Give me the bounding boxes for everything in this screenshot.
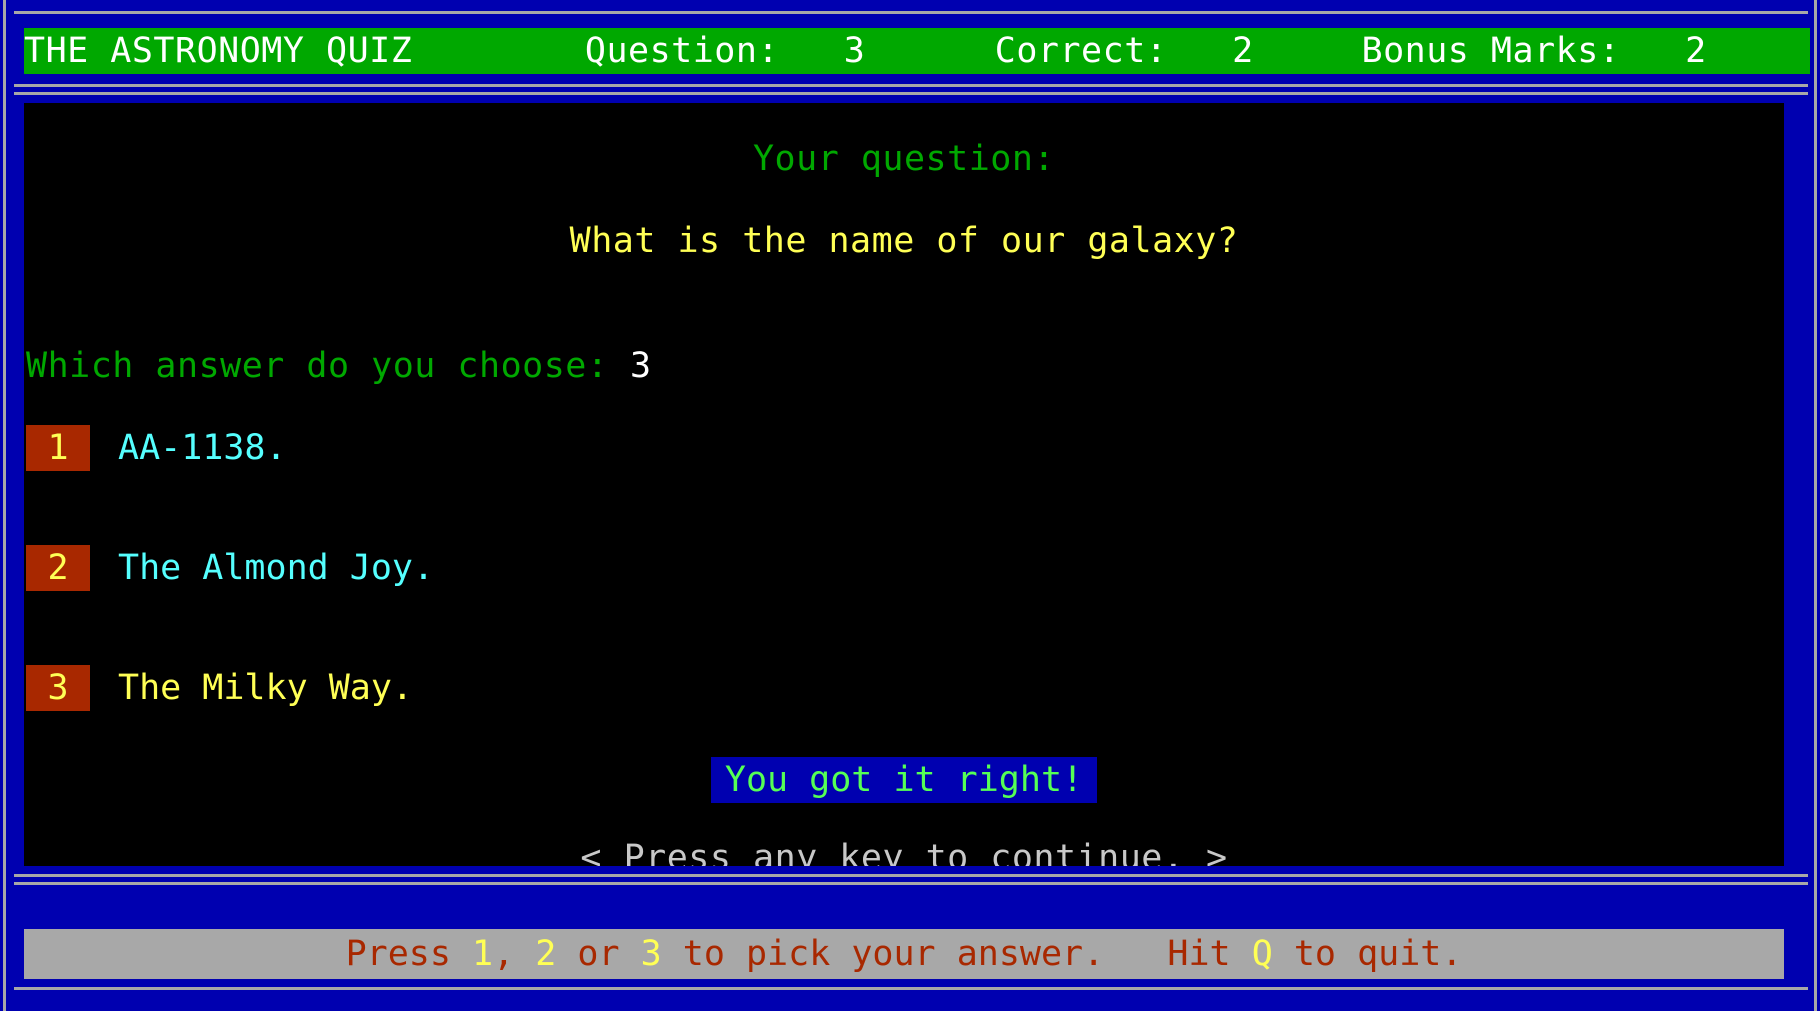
footer-sep-1: , [493,934,536,974]
answer-option-2[interactable]: 2 The Almond Joy. [26,545,434,591]
bonus-marks-value: 2 [1685,31,1707,71]
answer-3-text[interactable]: The Milky Way. [90,665,413,711]
result-message: You got it right! [710,757,1098,803]
answer-3-key-badge[interactable]: 3 [26,665,90,711]
footer-quit-text: to quit. [1272,934,1463,974]
question-label: Question: [584,31,780,71]
app-title: THE ASTRONOMY QUIZ [24,31,413,71]
header-spacer-5 [1254,31,1362,71]
footer-key-1[interactable]: 1 [472,934,493,974]
choose-answer-prompt: Which answer do you choose: 3 [26,346,652,386]
quiz-application-window: THE ASTRONOMY QUIZ Question: 3 Correct: … [0,0,1820,1011]
header-spacer-3 [865,31,994,71]
header-spacer-4 [1167,31,1232,71]
question-text: What is the name of our galaxy? [569,221,1239,261]
quiz-content-panel: Your question: What is the name of our g… [24,103,1784,866]
footer-key-2[interactable]: 2 [535,934,556,974]
footer-pick-text: to pick your answer. Hit [661,934,1252,974]
press-any-key-message[interactable]: < Press any key to continue. > [24,838,1784,866]
your-question-heading: Your question: [752,139,1055,179]
footer-key-3[interactable]: 3 [641,934,662,974]
footer-press-word: Press [345,934,472,974]
result-message-row: You got it right! [24,757,1784,803]
header-spacer-1 [412,31,585,71]
bonus-marks-label: Bonus Marks: [1361,31,1621,71]
choose-spacer [608,346,630,386]
left-frame-rail [3,0,6,1011]
help-footer-bar: Press 1, 2 or 3 to pick your answer. Hit… [24,929,1784,979]
answer-2-key-badge[interactable]: 2 [26,545,90,591]
correct-count-value: 2 [1232,31,1254,71]
answer-option-1[interactable]: 1 AA-1138. [26,425,287,471]
answer-2-text[interactable]: The Almond Joy. [90,545,434,591]
choose-answer-label: Which answer do you choose: [26,346,609,386]
footer-sep-2: or [556,934,641,974]
header-spacer-2 [779,31,844,71]
question-number-value: 3 [843,31,866,71]
header-spacer-6 [1620,31,1685,71]
answer-1-key-badge[interactable]: 1 [26,425,90,471]
answer-option-3[interactable]: 3 The Milky Way. [26,665,413,711]
right-frame-rail [1814,0,1817,1011]
answer-1-text[interactable]: AA-1138. [90,425,287,471]
chosen-answer-value[interactable]: 3 [630,346,652,386]
footer-quit-key[interactable]: Q [1252,934,1273,974]
correct-label: Correct: [994,31,1168,71]
status-header-bar: THE ASTRONOMY QUIZ Question: 3 Correct: … [24,28,1810,74]
